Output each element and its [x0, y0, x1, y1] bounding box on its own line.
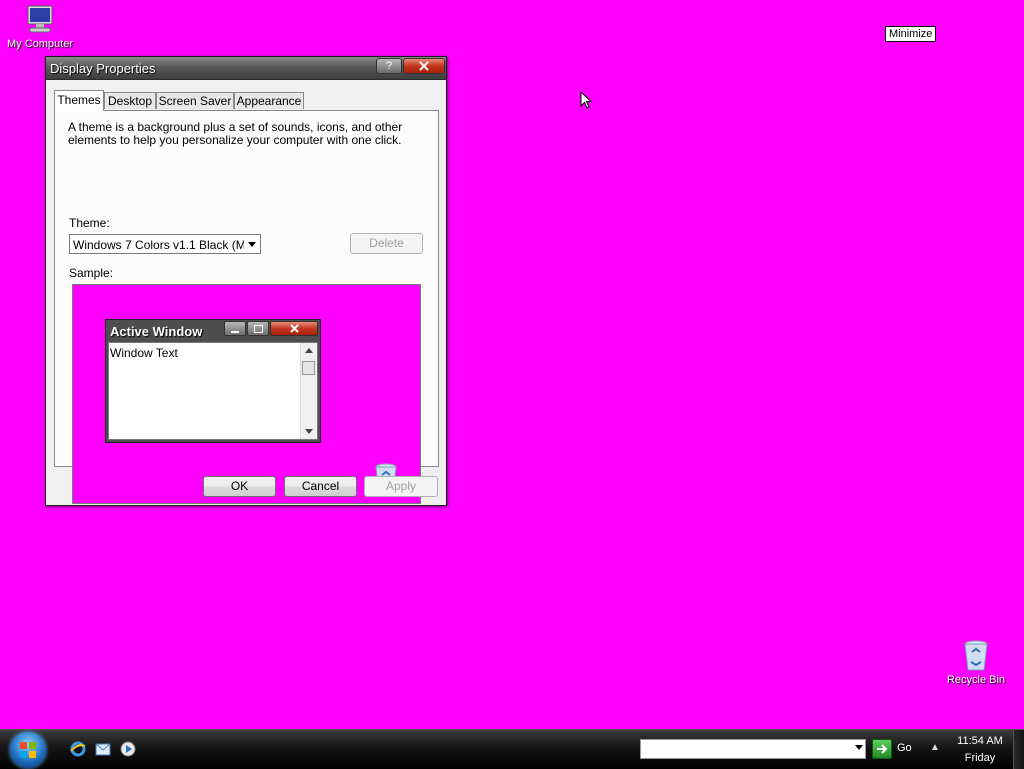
- sample-window-text: Window Text: [110, 346, 178, 360]
- outlook-express-icon[interactable]: [95, 741, 111, 757]
- recycle-bin-icon: [958, 640, 994, 672]
- go-label[interactable]: Go: [897, 742, 912, 754]
- media-player-icon[interactable]: [120, 741, 136, 757]
- minimize-tooltip: Minimize: [885, 26, 937, 42]
- ok-button[interactable]: OK: [203, 476, 276, 497]
- scroll-up-icon: [305, 348, 313, 353]
- sample-active-window: Active Window Window Text: [105, 319, 321, 443]
- sample-window-client: Window Text: [108, 342, 318, 440]
- theme-sample-preview: Active Window Window Text: [72, 284, 421, 504]
- desktop-icon-label: Recycle Bin: [946, 674, 1006, 686]
- tab-appearance[interactable]: Appearance: [234, 92, 304, 109]
- themes-panel: A theme is a background plus a set of so…: [54, 110, 439, 504]
- internet-explorer-icon[interactable]: [70, 741, 86, 757]
- maximize-icon: [247, 321, 269, 336]
- chevron-down-icon[interactable]: [855, 745, 863, 750]
- sample-scrollbar: [300, 343, 317, 439]
- arrow-right-icon: [877, 744, 888, 754]
- desktop-icon-label: My Computer: [6, 38, 74, 50]
- cancel-button[interactable]: Cancel: [284, 476, 357, 497]
- theme-label: Theme:: [69, 216, 110, 230]
- address-bar-input[interactable]: [640, 739, 866, 759]
- chevron-up-icon[interactable]: ▲: [930, 742, 940, 753]
- close-icon: [419, 61, 429, 71]
- clock-day: Friday: [964, 752, 996, 764]
- go-button[interactable]: [872, 739, 892, 759]
- display-properties-window: Display Properties ? Themes Desktop Scre…: [45, 56, 447, 506]
- clock[interactable]: 11:54 AM Friday: [950, 733, 1010, 767]
- tab-desktop[interactable]: Desktop: [104, 92, 156, 109]
- theme-select-value: Windows 7 Colors v1.1 Black (Modified): [73, 238, 260, 252]
- chevron-down-icon: [244, 235, 260, 253]
- scroll-thumb: [302, 361, 315, 375]
- mouse-cursor-icon: [580, 90, 593, 112]
- close-button[interactable]: [403, 58, 445, 74]
- title-bar[interactable]: Display Properties ?: [46, 57, 446, 80]
- desktop-icon-my-computer[interactable]: My Computer: [0, 4, 80, 50]
- scroll-down-icon: [305, 429, 313, 434]
- theme-description: A theme is a background plus a set of so…: [68, 120, 403, 147]
- clock-time: 11:54 AM: [957, 735, 1003, 747]
- desktop-icon-recycle-bin[interactable]: Recycle Bin: [936, 640, 1016, 686]
- apply-button[interactable]: Apply: [364, 476, 438, 497]
- help-icon: ?: [385, 60, 393, 72]
- my-computer-icon: [22, 4, 58, 36]
- sample-window-title: Active Window: [110, 324, 203, 339]
- help-button[interactable]: ?: [376, 58, 402, 74]
- taskbar: Go ▲ 11:54 AM Friday: [0, 729, 1024, 769]
- start-button[interactable]: [10, 732, 46, 768]
- tab-themes[interactable]: Themes: [54, 90, 104, 111]
- minimize-icon: [224, 321, 246, 336]
- delete-button[interactable]: Delete: [350, 233, 423, 254]
- windows-logo-icon: [20, 742, 36, 758]
- window-title: Display Properties: [50, 61, 156, 76]
- close-icon: [270, 321, 318, 336]
- theme-select[interactable]: Windows 7 Colors v1.1 Black (Modified): [69, 234, 261, 254]
- sample-label: Sample:: [69, 266, 114, 280]
- tab-screen-saver[interactable]: Screen Saver: [156, 92, 234, 109]
- show-desktop-button[interactable]: [1013, 730, 1024, 769]
